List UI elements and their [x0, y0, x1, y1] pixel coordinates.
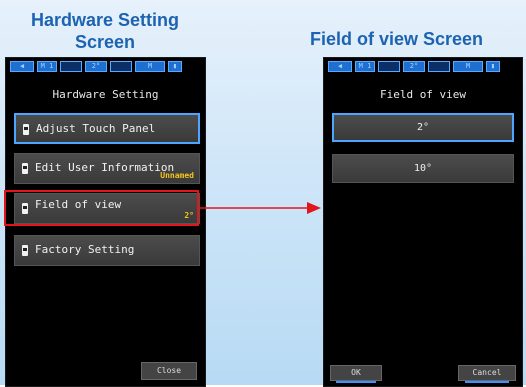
- device-icon: [23, 124, 29, 135]
- status-segment: [110, 61, 132, 72]
- angle-indicator: 2°: [85, 61, 107, 72]
- status-segment: [60, 61, 82, 72]
- caption-line-2: Screen: [74, 32, 136, 52]
- mode-indicator: M 1: [355, 61, 375, 72]
- mode-indicator: M 1: [37, 61, 57, 72]
- ok-underline: [336, 381, 376, 383]
- caption-hardware-setting: Hardware Setting Screen: [14, 9, 196, 53]
- screen-title: Hardware Setting: [52, 88, 159, 101]
- ok-label: OK: [351, 368, 361, 377]
- caption-line-1: Hardware Setting: [30, 10, 180, 30]
- cancel-label: Cancel: [472, 368, 502, 377]
- device-icon: [22, 163, 28, 174]
- button-label: Adjust Touch Panel: [36, 122, 156, 135]
- arrow-head: [307, 202, 321, 214]
- status-segment: [378, 61, 400, 72]
- battery-icon: ▮: [486, 61, 500, 72]
- cancel-underline: [464, 381, 510, 383]
- status-bar: ◀ M 1 2° M ▮: [328, 61, 518, 72]
- back-indicator[interactable]: ◀: [328, 61, 352, 72]
- angle-indicator: 2°: [403, 61, 425, 72]
- ok-button[interactable]: OK: [330, 365, 382, 383]
- device-icon: [22, 245, 28, 256]
- fov-option-2-degree[interactable]: 2°: [332, 113, 514, 142]
- factory-setting-button[interactable]: Factory Setting: [14, 235, 200, 266]
- screen-title: Field of view: [379, 88, 467, 101]
- user-name-value: Unnamed: [160, 171, 194, 180]
- arrow-icon: [199, 202, 321, 214]
- button-label: Factory Setting: [35, 243, 135, 256]
- fov-option-10-degree[interactable]: 10°: [332, 154, 514, 183]
- memory-indicator: M: [135, 61, 165, 72]
- selection-highlight: [4, 190, 199, 226]
- caption-field-of-view: Field of view Screen: [310, 29, 484, 49]
- status-bar: ◀ M 1 2° M ▮: [10, 61, 201, 72]
- field-of-view-screen: ◀ M 1 2° M ▮ Field of view 2° 10° OK Can…: [323, 57, 523, 387]
- back-indicator[interactable]: ◀: [10, 61, 34, 72]
- cancel-button[interactable]: Cancel: [458, 365, 516, 383]
- button-label: Edit User Information: [35, 161, 175, 174]
- memory-indicator: M: [453, 61, 483, 72]
- battery-icon: ▮: [168, 61, 182, 72]
- status-segment: [428, 61, 450, 72]
- adjust-touch-panel-button[interactable]: Adjust Touch Panel: [14, 113, 200, 144]
- close-button[interactable]: Close: [141, 362, 197, 380]
- edit-user-information-button[interactable]: Edit User Information Unnamed: [14, 153, 200, 184]
